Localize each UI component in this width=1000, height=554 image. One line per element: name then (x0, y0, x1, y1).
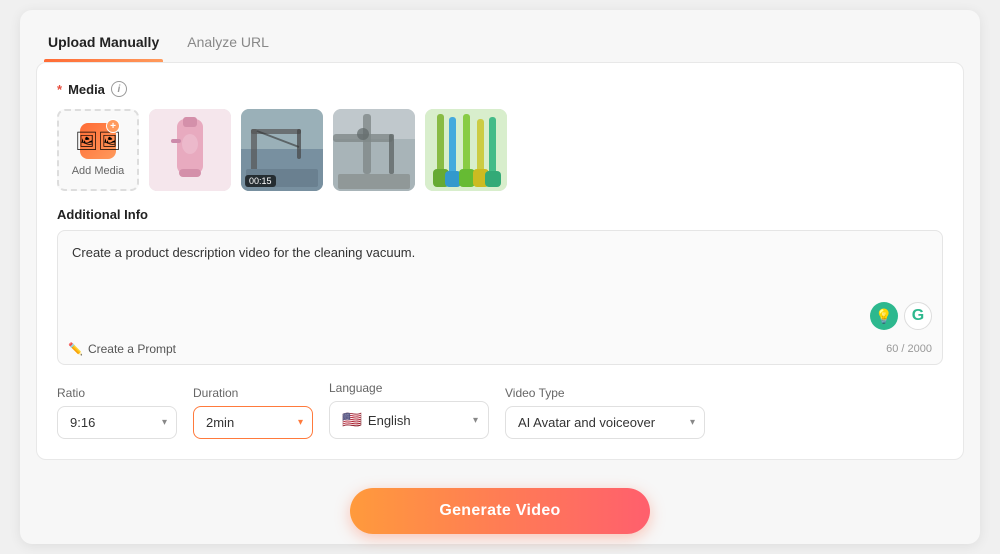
grammar-check-icon[interactable]: G (904, 302, 932, 330)
language-value: English (368, 413, 411, 428)
media-required-marker: * (57, 82, 62, 97)
language-label: Language (329, 381, 489, 395)
ratio-label: Ratio (57, 386, 177, 400)
additional-info-wrapper: Create a product description video for t… (57, 230, 943, 365)
language-select-wrapper: 🇺🇸 English ▾ (329, 401, 489, 439)
ratio-select-wrapper: 9:16 16:9 1:1 4:5 ▾ (57, 406, 177, 439)
add-media-button[interactable]: 🖼 + Add Media (57, 109, 139, 191)
language-flag-icon: 🇺🇸 (342, 410, 362, 430)
media-info-icon[interactable]: i (111, 81, 127, 97)
textarea-footer: ✏️ Create a Prompt 60 / 2000 (58, 336, 942, 364)
duration-group: Duration 1min 2min 3min 5min ▾ (193, 386, 313, 439)
generate-section: Generate Video (20, 472, 980, 544)
char-count: 60 / 2000 (886, 343, 932, 355)
ratio-group: Ratio 9:16 16:9 1:1 4:5 ▾ (57, 386, 177, 439)
language-selector[interactable]: 🇺🇸 English ▾ (329, 401, 489, 439)
pencil-icon: ✏️ (68, 342, 83, 356)
generate-video-button[interactable]: Generate Video (350, 488, 650, 534)
ratio-select[interactable]: 9:16 16:9 1:1 4:5 (57, 406, 177, 439)
media-thumb-3[interactable] (333, 109, 415, 191)
additional-info-textarea[interactable]: Create a product description video for t… (58, 231, 942, 331)
duration-select-wrapper: 1min 2min 3min 5min ▾ (193, 406, 313, 439)
media-thumb-1[interactable] (149, 109, 231, 191)
add-media-label: Add Media (72, 165, 125, 177)
media-label-text: Media (68, 82, 105, 97)
create-prompt-button[interactable]: ✏️ Create a Prompt (68, 342, 176, 356)
add-media-icon: 🖼 + (80, 123, 116, 159)
add-media-img-icon: 🖼 (98, 131, 121, 152)
video-type-select[interactable]: AI Avatar and voiceover Voiceover only N… (505, 406, 705, 439)
create-prompt-label: Create a Prompt (88, 342, 176, 356)
media-section-label: * Media i (57, 81, 943, 97)
media-row: 🖼 + Add Media (57, 109, 943, 191)
ai-suggest-icon[interactable]: 💡 (870, 302, 898, 330)
additional-info-label: Additional Info (57, 207, 943, 222)
duration-label: Duration (193, 386, 313, 400)
main-card: * Media i 🖼 + Add Media (36, 62, 964, 460)
duration-select[interactable]: 1min 2min 3min 5min (193, 406, 313, 439)
media-thumb-2[interactable]: 00:15 (241, 109, 323, 191)
tab-upload-manually[interactable]: Upload Manually (44, 26, 163, 62)
language-chevron-icon: ▾ (473, 415, 478, 426)
video-type-select-wrapper: AI Avatar and voiceover Voiceover only N… (505, 406, 705, 439)
language-group: Language 🇺🇸 English ▾ (329, 381, 489, 439)
tabs-bar: Upload Manually Analyze URL (20, 10, 980, 62)
controls-row: Ratio 9:16 16:9 1:1 4:5 ▾ Duration 1min (57, 381, 943, 439)
video-type-label: Video Type (505, 386, 705, 400)
tab-analyze-url[interactable]: Analyze URL (183, 26, 273, 62)
duration-badge-2: 00:15 (245, 175, 276, 187)
main-container: Upload Manually Analyze URL * Media i 🖼 +… (20, 10, 980, 544)
textarea-icon-group: 💡 G (870, 302, 932, 330)
add-media-plus-icon: + (106, 119, 120, 133)
media-thumb-4[interactable] (425, 109, 507, 191)
video-type-group: Video Type AI Avatar and voiceover Voice… (505, 386, 705, 439)
